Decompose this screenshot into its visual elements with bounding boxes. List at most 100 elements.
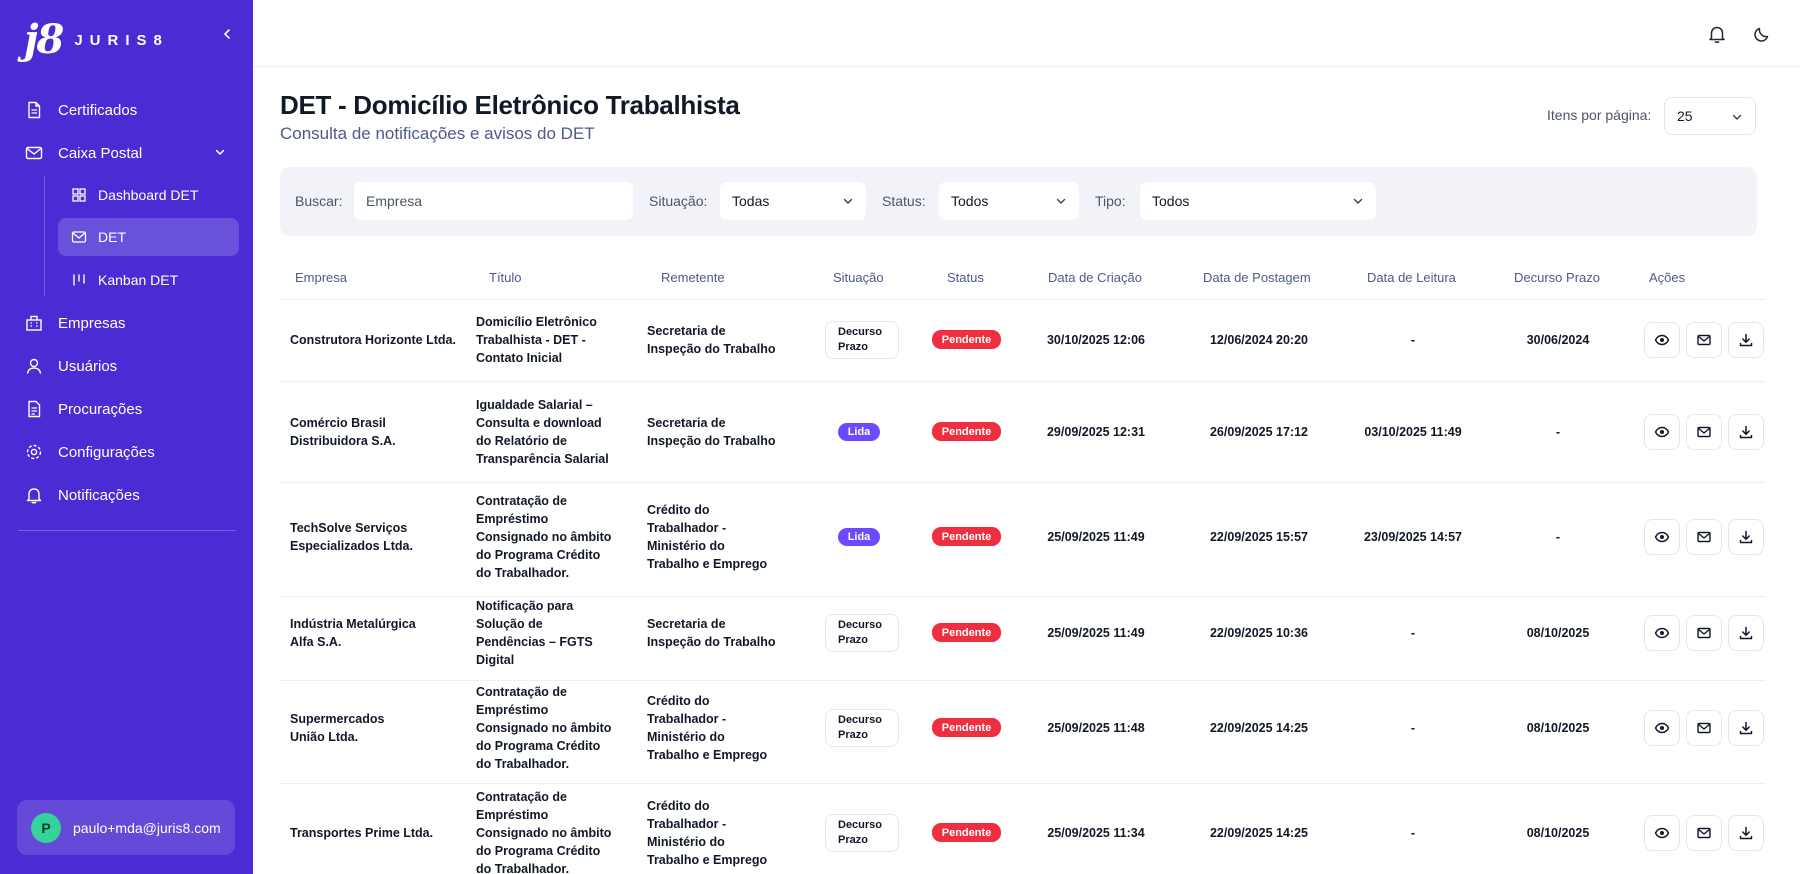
row-divider [280,783,1765,784]
theme-toggle-button[interactable] [1750,22,1774,46]
tipo-value: Todos [1152,193,1190,209]
view-button[interactable] [1644,519,1680,555]
chevron-down-icon [1731,110,1743,126]
view-button[interactable] [1644,322,1680,358]
view-button[interactable] [1644,710,1680,746]
download-button[interactable] [1728,414,1764,450]
status-label: Status: [882,193,926,209]
leitura-cell: - [1410,626,1416,640]
column-header-data-criacao[interactable]: Data de Criação [1048,270,1142,285]
titulo-cell: Igualdade Salarial – Consulta e download d… [476,396,609,468]
building-icon [24,313,44,333]
status-select[interactable]: Todos [939,182,1079,220]
sidebar-item-procuracoes[interactable]: Procurações [18,391,238,427]
view-button[interactable] [1644,414,1680,450]
mail-button[interactable] [1686,615,1722,651]
collapse-sidebar-button[interactable] [219,26,235,42]
download-icon [1738,424,1754,440]
per-page-select[interactable]: 25 [1664,97,1756,135]
notifications-button[interactable] [1705,22,1729,46]
sidebar-item-label: Configurações [58,443,155,461]
download-button[interactable] [1728,815,1764,851]
cell-line: Contratação de [476,494,567,508]
status-badge: Pendente [932,823,1001,842]
sidebar-item-label: Empresas [58,314,126,332]
user-card[interactable]: P paulo+mda@juris8.com [17,800,235,855]
logo-text: JURIS8 [74,31,169,49]
cell-line: Indústria Metalúrgica [290,617,416,631]
mail-button[interactable] [1686,710,1722,746]
remetente-cell: Secretaria de Inspeção do Trabalho [647,322,776,358]
file-icon [24,100,44,120]
sidebar-subitem-det[interactable]: DET [58,218,239,256]
sidebar-subitem-dashboard-det[interactable]: Dashboard DET [58,176,239,214]
sidebar-item-label: Usuários [58,357,118,375]
column-header-data-leitura[interactable]: Data de Leitura [1367,270,1456,285]
decurso-cell: 30/06/2024 [1526,333,1590,347]
column-header-titulo[interactable]: Título [489,270,522,285]
situacao-badge: Lida [838,423,880,441]
empresa-cell: Transportes Prime Ltda. [290,824,433,842]
column-header-situacao[interactable]: Situação [833,270,884,285]
download-button[interactable] [1728,615,1764,651]
situacao-badge-label: Decurso Prazo [838,713,882,743]
cell-line: Secretaria de [647,617,726,631]
cell-line: Prazo [838,341,868,353]
row-divider [280,482,1765,483]
cell-line: do Programa Crédito [476,739,601,753]
page-subtitle: Consulta de notificações e avisos do DET [280,124,595,143]
status-badge: Pendente [932,718,1001,737]
mail-button[interactable] [1686,322,1722,358]
cell-line: Comércio Brasil [290,416,386,430]
sidebar-item-certificados[interactable]: Certificados [18,92,238,128]
cell-line: do Programa Crédito [476,844,601,858]
situacao-select[interactable]: Todas [720,182,866,220]
sidebar-item-configuracoes[interactable]: Configurações [18,434,238,470]
column-header-decurso-prazo[interactable]: Decurso Prazo [1514,270,1600,285]
download-button[interactable] [1728,322,1764,358]
column-header-status[interactable]: Status [947,270,984,285]
titulo-cell: Domicílio Eletrônico Trabalhista - DET - C… [476,313,597,367]
empresa-cell: Indústria Metalúrgica Alfa S.A. [290,615,416,651]
mail-icon [70,228,88,246]
cell-line: Crédito do [647,799,710,813]
titulo-cell: Notificação para Solução de Pendências – F… [476,597,593,669]
tipo-select[interactable]: Todos [1140,182,1376,220]
eye-icon [1654,720,1670,736]
sidebar-item-caixa-postal[interactable]: Caixa Postal [18,135,238,171]
cell-line: Pendências – FGTS [476,635,593,649]
situacao-badge: Decurso Prazo [825,709,899,747]
cell-line: Ministério do [647,730,725,744]
criacao-cell: 25/09/2025 11:49 [1047,530,1145,544]
download-button[interactable] [1728,710,1764,746]
search-input[interactable] [354,182,633,220]
decurso-cell: - [1555,425,1561,439]
remetente-cell: Crédito do Trabalhador - Ministério do Trab… [647,501,767,573]
view-button[interactable] [1644,815,1680,851]
moon-icon [1754,27,1769,42]
view-button[interactable] [1644,615,1680,651]
column-header-remetente[interactable]: Remetente [661,270,725,285]
chevron-down-icon [842,194,854,210]
download-icon [1738,529,1754,545]
remetente-cell: Crédito do Trabalhador - Ministério do Trab… [647,797,767,869]
column-header-data-postagem[interactable]: Data de Postagem [1203,270,1311,285]
leitura-cell: - [1410,333,1416,347]
sidebar-item-usuarios[interactable]: Usuários [18,348,238,384]
sidebar-subitem-kanban-det[interactable]: Kanban DET [58,261,239,299]
eye-icon [1654,332,1670,348]
mail-button[interactable] [1686,519,1722,555]
sidebar-item-empresas[interactable]: Empresas [18,305,238,341]
column-header-empresa[interactable]: Empresa [295,270,347,285]
download-button[interactable] [1728,519,1764,555]
cell-line: Crédito do [647,503,710,517]
criacao-cell: 25/09/2025 11:49 [1047,626,1145,640]
empresa-cell: Supermercados União Ltda. [290,710,384,746]
cell-line: Inspeção do Trabalho [647,342,776,356]
cell-line: do Trabalhador. [476,862,570,874]
sidebar-item-label: Notificações [58,486,140,504]
mail-button[interactable] [1686,414,1722,450]
mail-button[interactable] [1686,815,1722,851]
kanban-icon [70,271,88,289]
sidebar-item-notificacoes[interactable]: Notificações [18,477,238,513]
